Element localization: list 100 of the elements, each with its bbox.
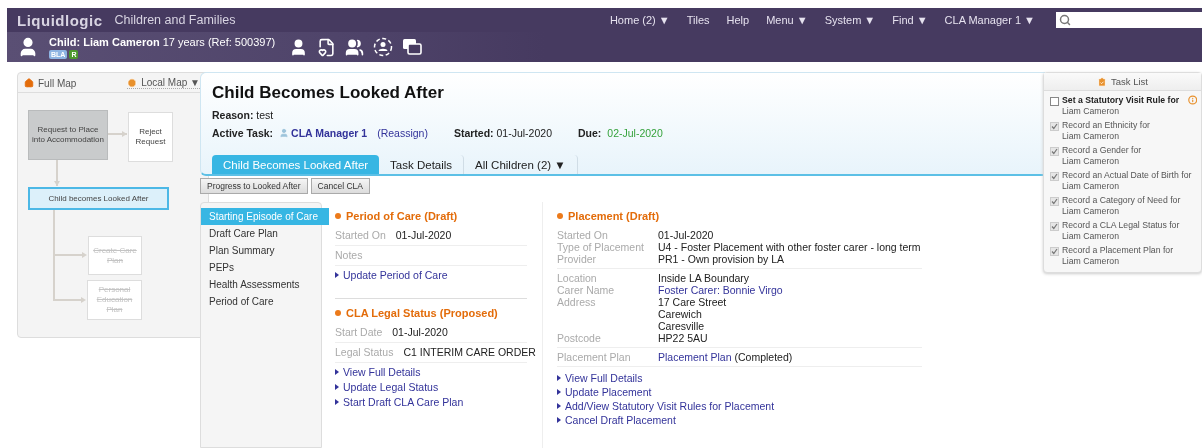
field-label: Location (557, 272, 598, 284)
side-nav-item[interactable]: Plan Summary (201, 242, 321, 259)
checkbox[interactable] (1050, 122, 1059, 131)
field-value: Inside LA Boundary (658, 272, 750, 284)
nav-menu-item[interactable]: Find ▼ (892, 14, 928, 26)
task-title[interactable]: Record a Gender for (1062, 145, 1192, 156)
task-subject: Liam Cameron (1062, 105, 1120, 116)
triangle-icon (557, 375, 561, 381)
search-icon (1059, 14, 1071, 26)
windows-icon[interactable] (402, 38, 423, 56)
field-value: 01-Jul-2020 (658, 229, 714, 241)
field-value: 01-Jul-2020 (392, 326, 448, 338)
active-task-label: Active Task: (212, 127, 274, 139)
check-icon (1051, 123, 1058, 130)
checkbox[interactable] (1050, 172, 1059, 181)
checkbox[interactable] (1050, 222, 1059, 231)
flow-node[interactable]: Reject Request (128, 112, 173, 162)
connector-arrow (107, 131, 128, 137)
action-link[interactable]: Cancel Draft Placement (565, 414, 676, 426)
action-link[interactable]: Update Placement (565, 386, 652, 398)
triangle-icon (335, 272, 339, 278)
checkbox[interactable] (1050, 147, 1059, 156)
task-subject: Liam Cameron (1062, 155, 1120, 166)
check-icon (1051, 223, 1058, 230)
field-label: Notes (335, 249, 363, 261)
checkbox[interactable] (1050, 97, 1059, 106)
product-name: Children and Families (114, 13, 236, 27)
triangle-icon (335, 399, 339, 405)
value-link[interactable]: Foster Carer: Bonnie Virgo (658, 284, 783, 296)
field-value: C1 INTERIM CARE ORDER (403, 346, 536, 358)
tab[interactable]: Task Details (379, 155, 465, 174)
status-dot-icon (557, 213, 563, 219)
action-link[interactable]: Update Period of Care (343, 269, 448, 281)
nav-menu-item[interactable]: Menu ▼ (766, 14, 808, 26)
home-icon (24, 78, 34, 88)
task-title[interactable]: Record an Actual Date of Birth for (1062, 170, 1192, 181)
side-nav-item[interactable]: Period of Care (201, 293, 321, 310)
action-button[interactable]: Progress to Looked After (200, 178, 308, 194)
field-label: Carer Name (557, 284, 616, 296)
triangle-icon (335, 384, 339, 390)
reason-text: Reason: test (212, 109, 274, 121)
person-circle-icon[interactable] (373, 37, 394, 57)
section-title: Period of Care (Draft) (346, 210, 458, 222)
checkbox[interactable] (1050, 247, 1059, 256)
action-link[interactable]: View Full Details (343, 366, 421, 378)
flow-node[interactable]: Request to Place into Accommodation (28, 110, 108, 160)
task-title[interactable]: Record a CLA Legal Status for (1062, 220, 1192, 231)
nav-menu-item[interactable]: Home (2) ▼ (609, 14, 670, 26)
clipboard-icon (1097, 76, 1107, 87)
search-field[interactable] (1056, 12, 1202, 28)
field-label: Start Date (335, 326, 383, 338)
task-subject: Liam Cameron (1062, 130, 1120, 141)
people-icon[interactable] (345, 37, 365, 57)
field-label: Placement Plan (557, 351, 632, 363)
field-label: Type of Placement (557, 241, 645, 253)
task-title[interactable]: Record an Ethnicity for (1062, 120, 1192, 131)
action-button[interactable]: Cancel CLA (310, 178, 370, 194)
value-link[interactable]: Placement Plan (658, 351, 732, 363)
address-line: Carewich (658, 308, 703, 320)
triangle-icon (335, 369, 339, 375)
check-icon (1051, 248, 1058, 255)
user-icon (279, 128, 290, 138)
document-heart-icon[interactable] (317, 37, 337, 57)
panel-title: Task List (1111, 76, 1148, 87)
address-line: 17 Care Street (658, 296, 727, 308)
task-title[interactable]: Set a Statutory Visit Rule for (1062, 95, 1185, 106)
field-label: Address (557, 296, 597, 310)
map-tab[interactable]: Full Map (24, 77, 77, 89)
task-title[interactable]: Record a Category of Need for (1062, 195, 1192, 206)
side-nav-item[interactable]: PEPs (201, 259, 321, 276)
action-link[interactable]: Update Legal Status (343, 381, 439, 393)
assignee-link[interactable]: CLA Manager 1 (291, 127, 368, 139)
tab[interactable]: All Children (2) ▼ (464, 155, 578, 174)
reassign-link[interactable]: (Reassign) (377, 127, 428, 139)
checkbox[interactable] (1050, 197, 1059, 206)
side-nav-item[interactable]: Draft Care Plan (201, 225, 321, 242)
nav-menu-item[interactable]: Tiles (686, 14, 710, 26)
action-link[interactable]: Add/View Statutory Visit Rules for Placement (565, 400, 775, 412)
action-link[interactable]: Start Draft CLA Care Plan (343, 396, 464, 408)
field-label: Legal Status (335, 346, 394, 358)
task-title[interactable]: Record a Placement Plan for (1062, 245, 1192, 256)
status-dot-icon (335, 213, 341, 219)
nav-menu-item[interactable]: CLA Manager 1 ▼ (944, 14, 1035, 26)
side-nav-item[interactable]: Health Assessments (201, 276, 321, 293)
nav-menu-item[interactable]: Help (726, 14, 750, 26)
task-subject: Liam Cameron (1062, 180, 1120, 191)
section-title: Placement (Draft) (568, 210, 660, 222)
flow-node[interactable]: Child becomes Looked After (28, 187, 169, 210)
field-value: (Completed) (733, 351, 793, 363)
clock-icon (127, 77, 138, 88)
nav-menu-item[interactable]: System ▼ (824, 14, 876, 26)
check-icon (1051, 198, 1058, 205)
info-icon[interactable] (1187, 95, 1197, 105)
task-subject: Liam Cameron (1062, 255, 1120, 266)
check-icon (1051, 148, 1058, 155)
map-tab[interactable]: Local Map ▼ (127, 77, 200, 89)
field-value: 01-Jul-2020 (395, 229, 452, 241)
triangle-icon (557, 389, 561, 395)
field-value: HP22 5AU (658, 332, 708, 344)
action-link[interactable]: View Full Details (565, 372, 643, 384)
